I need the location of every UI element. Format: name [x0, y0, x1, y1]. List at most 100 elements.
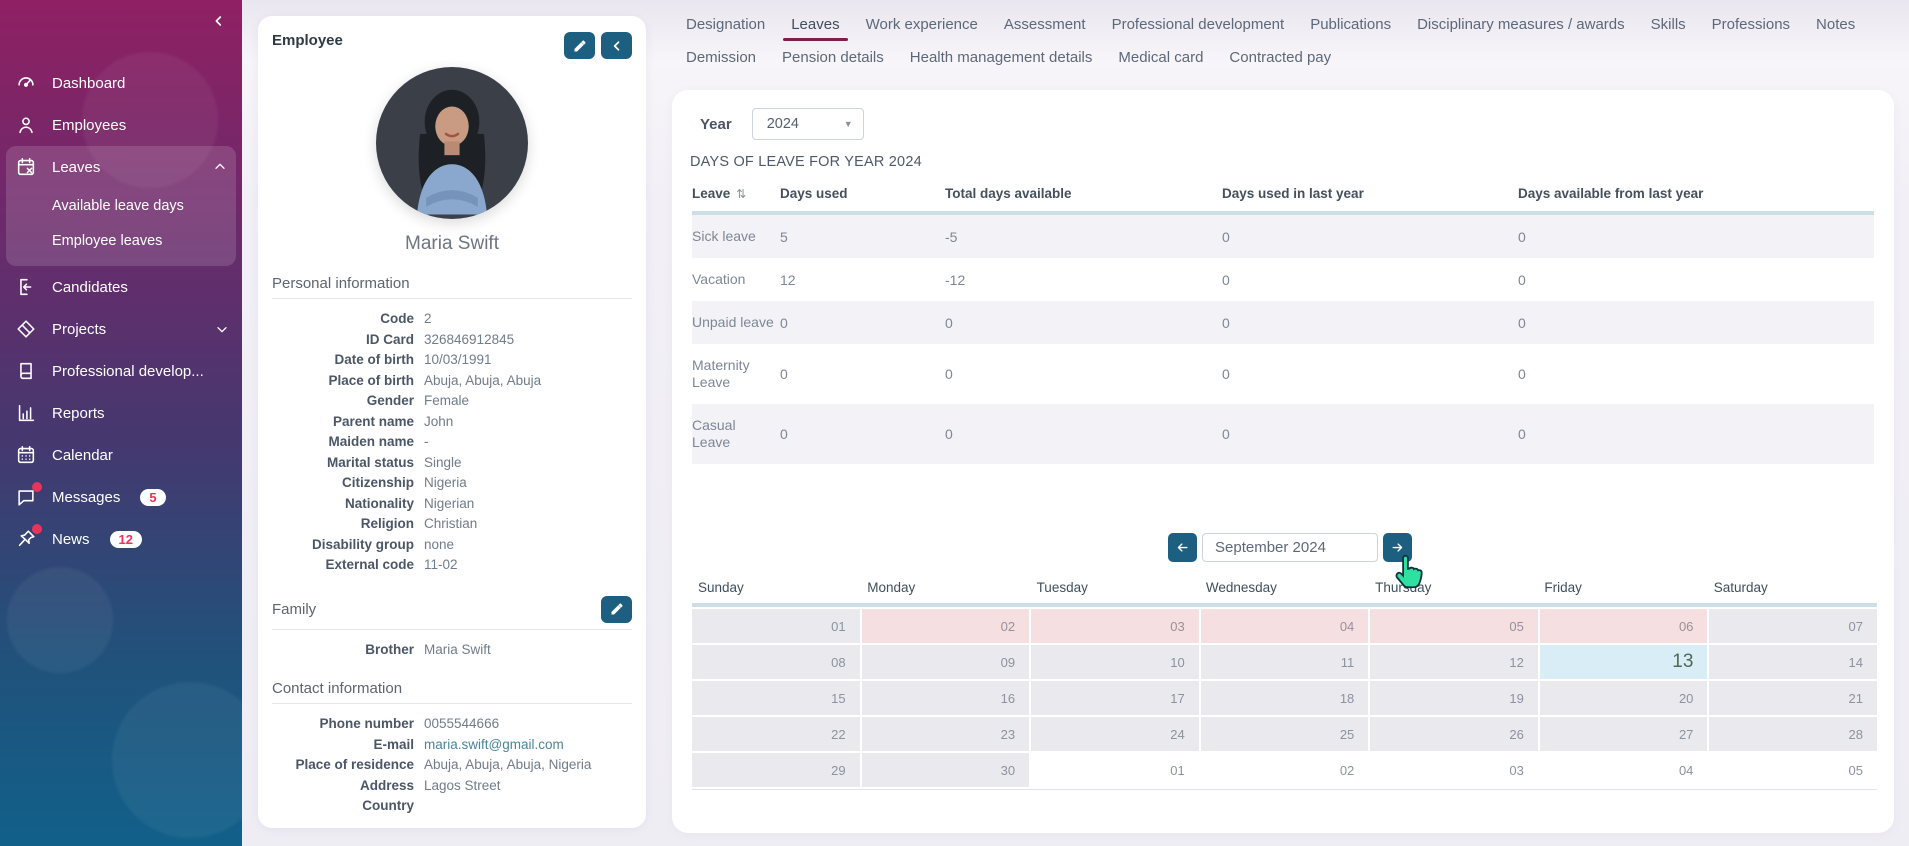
- year-select[interactable]: 2024 ▼: [752, 108, 864, 140]
- calendar-day-cell[interactable]: 22: [692, 717, 860, 751]
- tab-medical-card[interactable]: Medical card: [1118, 49, 1203, 66]
- employee-card-title: Employee: [272, 32, 564, 49]
- tab-work-experience[interactable]: Work experience: [866, 16, 978, 33]
- tab-professional-development[interactable]: Professional development: [1112, 16, 1285, 33]
- dashboard-icon: [14, 71, 38, 95]
- tab-skills[interactable]: Skills: [1651, 16, 1686, 33]
- sidebar-nav: Dashboard Employees Leaves Available lea…: [0, 62, 242, 560]
- calendar-day-cell[interactable]: 12: [1370, 645, 1538, 679]
- last-year-used-cell: 0: [1222, 229, 1518, 245]
- calendar-icon: [14, 443, 38, 467]
- edit-family-button[interactable]: [601, 596, 632, 623]
- field-label: ID Card: [272, 330, 414, 351]
- leave-type-cell: Maternity Leave: [692, 353, 780, 395]
- calendar-day-cell[interactable]: 13: [1540, 645, 1708, 679]
- calendar-day-cell[interactable]: 28: [1709, 717, 1877, 751]
- calendar-day-cell[interactable]: 11: [1201, 645, 1369, 679]
- day-header-thursday: Thursday: [1369, 580, 1538, 595]
- sidebar-item-professional-development[interactable]: Professional develop...: [0, 350, 242, 392]
- notification-dot: [32, 482, 42, 492]
- sidebar-item-messages[interactable]: Messages 5: [0, 476, 242, 518]
- edit-employee-button[interactable]: [564, 32, 595, 59]
- tab-health-management-details[interactable]: Health management details: [910, 49, 1093, 66]
- field-value: Single: [424, 453, 632, 474]
- sidebar-item-employees[interactable]: Employees: [0, 104, 242, 146]
- sidebar-item-calendar[interactable]: Calendar: [0, 434, 242, 476]
- calendar-day-cell[interactable]: 08: [692, 645, 860, 679]
- calendar-day-cell[interactable]: 03: [1031, 609, 1199, 643]
- tab-demission[interactable]: Demission: [686, 49, 756, 66]
- calendar-day-cell[interactable]: 25: [1201, 717, 1369, 751]
- field-value: 10/03/1991: [424, 350, 632, 371]
- sidebar-item-candidates[interactable]: Candidates: [0, 266, 242, 308]
- calendar-day-cell[interactable]: 30: [862, 753, 1030, 787]
- calendar-day-cell[interactable]: 09: [862, 645, 1030, 679]
- column-days-used-last-year: Days used in last year: [1222, 186, 1518, 201]
- tab-professions[interactable]: Professions: [1712, 16, 1790, 33]
- next-month-button[interactable]: [1383, 533, 1412, 562]
- sidebar-item-projects[interactable]: Projects: [0, 308, 242, 350]
- sidebar-item-leaves[interactable]: Leaves: [6, 146, 236, 188]
- back-button[interactable]: [601, 32, 632, 59]
- tab-leaves[interactable]: Leaves: [791, 16, 839, 33]
- divider: [272, 298, 632, 299]
- tab-assessment[interactable]: Assessment: [1004, 16, 1086, 33]
- calendar-nav: September 2024: [1168, 533, 1412, 562]
- calendar-day-cell[interactable]: 07: [1709, 609, 1877, 643]
- calendar-day-cell[interactable]: 10: [1031, 645, 1199, 679]
- calendar-day-cell[interactable]: 02: [1201, 753, 1369, 787]
- calendar-day-cell[interactable]: 05: [1370, 609, 1538, 643]
- calendar-day-cell[interactable]: 24: [1031, 717, 1199, 751]
- calendar-day-cell[interactable]: 01: [692, 609, 860, 643]
- employee-name: Maria Swift: [272, 233, 632, 255]
- sidebar-item-reports[interactable]: Reports: [0, 392, 242, 434]
- chevron-down-icon: [214, 321, 230, 337]
- field-value: Abuja, Abuja, Abuja, Nigeria: [424, 755, 632, 776]
- calendar-day-cell[interactable]: 20: [1540, 681, 1708, 715]
- sidebar-item-news[interactable]: News 12: [0, 518, 242, 560]
- day-header-sunday: Sunday: [692, 580, 861, 595]
- days-used-cell: 5: [780, 229, 945, 245]
- calendar-day-cell[interactable]: 21: [1709, 681, 1877, 715]
- calendar-day-cell[interactable]: 04: [1201, 609, 1369, 643]
- calendar-day-cell[interactable]: 14: [1709, 645, 1877, 679]
- calendar-day-cell[interactable]: 06: [1540, 609, 1708, 643]
- calendar-day-cell[interactable]: 04: [1540, 753, 1708, 787]
- calendar-day-cell[interactable]: 23: [862, 717, 1030, 751]
- calendar-day-cell[interactable]: 17: [1031, 681, 1199, 715]
- tab-designation[interactable]: Designation: [686, 16, 765, 33]
- contact-info-title: Contact information: [272, 680, 402, 697]
- month-input[interactable]: September 2024: [1202, 533, 1378, 562]
- sidebar-item-employee-leaves[interactable]: Employee leaves: [6, 223, 236, 258]
- calendar-day-cell[interactable]: 03: [1370, 753, 1538, 787]
- calendar-day-cell[interactable]: 18: [1201, 681, 1369, 715]
- tab-pension-details[interactable]: Pension details: [782, 49, 884, 66]
- calendar-day-cell[interactable]: 01: [1031, 753, 1199, 787]
- calendar-day-cell[interactable]: 27: [1540, 717, 1708, 751]
- calendar-day-cell[interactable]: 29: [692, 753, 860, 787]
- calendar-day-cell[interactable]: 16: [862, 681, 1030, 715]
- tab-strip-row1: Designation Leaves Work experience Asses…: [686, 16, 1855, 33]
- family-list: Brother Maria Swift: [272, 640, 632, 661]
- previous-month-button[interactable]: [1168, 533, 1197, 562]
- sort-icon[interactable]: ⇅: [736, 187, 746, 201]
- calendar-day-cell[interactable]: 05: [1709, 753, 1877, 787]
- field-label: Nationality: [272, 494, 414, 515]
- calendar-day-cell[interactable]: 19: [1370, 681, 1538, 715]
- sidebar-item-dashboard[interactable]: Dashboard: [0, 62, 242, 104]
- calendar-day-cell[interactable]: 15: [692, 681, 860, 715]
- sidebar: Dashboard Employees Leaves Available lea…: [0, 0, 242, 846]
- contact-info-list: Phone number 0055544666 E-mail maria.swi…: [272, 714, 632, 817]
- field-label: Code: [272, 309, 414, 330]
- sidebar-item-label: News: [52, 531, 90, 548]
- calendar-day-cell[interactable]: 02: [862, 609, 1030, 643]
- calendar-day-cell[interactable]: 26: [1370, 717, 1538, 751]
- last-year-available-cell: 0: [1518, 315, 1874, 331]
- sidebar-item-available-leave-days[interactable]: Available leave days: [6, 188, 236, 223]
- tab-notes[interactable]: Notes: [1816, 16, 1855, 33]
- sidebar-collapse-button[interactable]: [206, 8, 232, 34]
- tab-disciplinary-measures[interactable]: Disciplinary measures / awards: [1417, 16, 1625, 33]
- day-header-monday: Monday: [861, 580, 1030, 595]
- tab-publications[interactable]: Publications: [1310, 16, 1391, 33]
- tab-contracted-pay[interactable]: Contracted pay: [1229, 49, 1331, 66]
